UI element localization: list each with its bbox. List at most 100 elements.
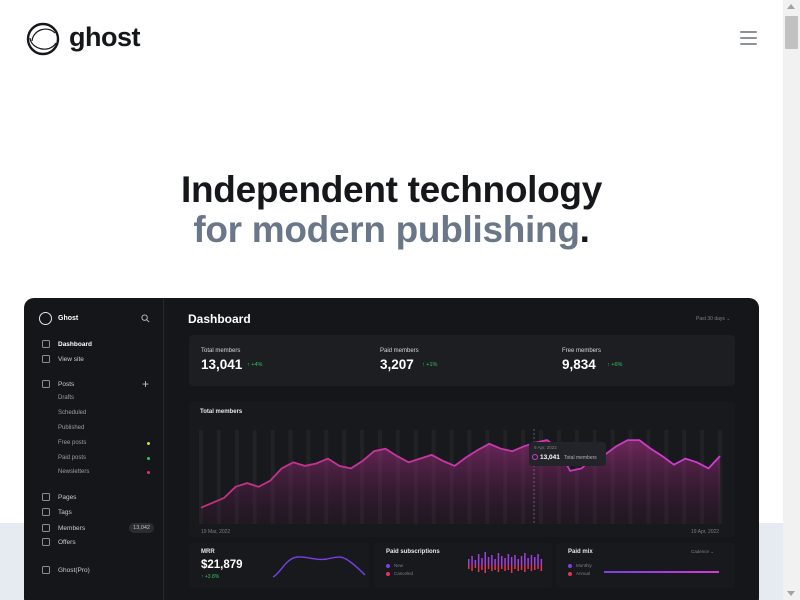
- new-subscription-bar: [468, 559, 470, 565]
- new-subscription-bar: [491, 555, 493, 565]
- ghost-pro-icon: [42, 566, 50, 574]
- scroll-thumb[interactable]: [785, 16, 798, 49]
- hero-line-1: Independent technology: [181, 169, 602, 210]
- new-subscription-bar: [504, 558, 506, 565]
- chart-area-fill: [201, 440, 720, 524]
- canceled-subscription-bar: [494, 565, 496, 570]
- new-subscription-bar: [530, 555, 533, 565]
- scroll-down-arrow-icon[interactable]: [787, 591, 795, 596]
- paid-mix-card: Paid mix Cadence ⌄ Monthly Annual: [556, 543, 735, 588]
- members-count-badge: 13,042: [129, 523, 154, 533]
- canceled-subscription-bar: [484, 565, 486, 573]
- new-subscription-bar: [471, 556, 473, 565]
- stat-change: ↑ +1%: [422, 362, 438, 368]
- dashboard-sidebar: Ghost Dashboard View site Posts + Drafts…: [24, 298, 164, 600]
- mrr-value: $21,879: [201, 559, 243, 571]
- canceled-dot-icon: [386, 571, 390, 576]
- new-subscription-bar: [474, 560, 477, 565]
- nav-pages[interactable]: Pages: [42, 493, 154, 501]
- new-subscription-bar: [510, 557, 513, 565]
- nav-dashboard[interactable]: Dashboard: [42, 340, 154, 348]
- nav-tags[interactable]: Tags: [42, 508, 154, 516]
- view-site-icon: [42, 355, 50, 363]
- legend-monthly-label: Monthly: [576, 563, 592, 568]
- members-area-chart: [199, 429, 722, 524]
- nav-drafts[interactable]: Drafts: [58, 395, 150, 401]
- canceled-subscription-bar: [514, 565, 516, 569]
- search-icon[interactable]: [141, 314, 150, 323]
- paid-mix-bar: [604, 571, 719, 573]
- canceled-subscription-bar: [510, 565, 513, 573]
- new-subscription-bar: [517, 559, 519, 565]
- dashboard-brand: Ghost: [39, 312, 78, 325]
- scroll-up-arrow-icon[interactable]: [787, 4, 795, 9]
- dashboard-brand-name: Ghost: [58, 315, 79, 322]
- canceled-subscription-bar: [477, 565, 480, 572]
- canceled-subscription-bar: [487, 565, 490, 569]
- posts-icon: [42, 380, 50, 388]
- tooltip-marker-icon: [532, 454, 538, 460]
- hero: Independent technology for modern publis…: [0, 170, 783, 250]
- nav-scheduled-label: Scheduled: [58, 410, 87, 416]
- logo-text: ghost: [69, 21, 141, 52]
- new-subscription-bar: [501, 556, 503, 565]
- members-icon: [42, 524, 50, 532]
- nav-paid-posts-label: Paid posts: [58, 455, 87, 461]
- scrollbar[interactable]: [783, 0, 800, 600]
- chart-tooltip: 9 Apr, 2022 13,041 Total members: [529, 442, 606, 466]
- nav-ghost-pro-label: Ghost(Pro): [58, 566, 90, 574]
- canceled-subscription-bar: [507, 565, 510, 570]
- new-subscription-bar: [487, 557, 490, 565]
- canceled-subscription-bar: [524, 565, 526, 572]
- page: ghost Independent technology for modern …: [0, 0, 800, 600]
- hamburger-menu-icon[interactable]: [740, 31, 757, 45]
- canceled-subscription-bar: [520, 565, 523, 570]
- nav-offers[interactable]: Offers: [42, 538, 154, 546]
- new-subscription-bar: [514, 555, 516, 565]
- canceled-subscription-bar: [474, 565, 477, 568]
- canceled-subscription-bar: [527, 565, 529, 569]
- nav-published[interactable]: Published: [58, 425, 150, 431]
- nav-view-site[interactable]: View site: [42, 355, 154, 363]
- home-icon: [42, 340, 50, 348]
- nav-free-posts[interactable]: Free posts: [58, 440, 150, 446]
- nav-posts-label: Posts: [58, 380, 75, 388]
- nav-newsletters-label: Newsletters: [58, 469, 90, 475]
- tooltip-label: Total members: [564, 455, 597, 461]
- stat-label: Paid members: [380, 348, 419, 354]
- nav-free-posts-label: Free posts: [58, 440, 87, 446]
- x-axis-start: 19 Mar, 2022: [201, 529, 231, 535]
- canceled-subscription-bar: [537, 565, 539, 569]
- new-subscription-bar: [524, 553, 526, 565]
- add-post-icon[interactable]: +: [142, 378, 149, 390]
- canceled-subscription-bar: [501, 565, 503, 569]
- stat-value: 9,834: [562, 357, 596, 372]
- new-subscription-bar: [540, 559, 543, 565]
- new-subscription-bar: [477, 554, 480, 565]
- stat-change: ↑ +6%: [607, 362, 623, 368]
- nav-ghost-pro[interactable]: Ghost(Pro): [42, 566, 154, 574]
- new-subscription-bar: [497, 553, 500, 565]
- date-range-select[interactable]: Past 30 days ⌄: [696, 316, 731, 322]
- new-subscription-bar: [537, 554, 539, 565]
- nav-view-site-label: View site: [58, 355, 84, 363]
- cadence-select[interactable]: Cadence ⌄: [691, 549, 714, 555]
- hero-line-2: for modern publishing: [193, 209, 580, 250]
- nav-members[interactable]: Members 13,042: [42, 523, 154, 533]
- nav-paid-posts[interactable]: Paid posts: [58, 455, 150, 461]
- stat-value: 3,207: [380, 357, 414, 372]
- stats-card: Total members 13,041 ↑ +4% Paid members …: [189, 335, 735, 386]
- x-axis-end: 19 Apr, 2022: [691, 529, 720, 535]
- mrr-label: MRR: [201, 549, 215, 555]
- canceled-subscription-bar: [517, 565, 519, 571]
- pages-icon: [42, 493, 50, 501]
- ghost-logo[interactable]: ghost: [25, 21, 141, 57]
- canceled-subscription-bar: [497, 565, 500, 572]
- hero-heading: Independent technology for modern publis…: [0, 170, 783, 250]
- legend-canceled: Canceled: [386, 571, 413, 576]
- new-subscription-bar: [507, 554, 510, 565]
- mrr-sparkline: [272, 556, 366, 578]
- nav-newsletters[interactable]: Newsletters: [58, 469, 150, 475]
- nav-posts[interactable]: Posts: [42, 380, 154, 388]
- nav-scheduled[interactable]: Scheduled: [58, 410, 150, 416]
